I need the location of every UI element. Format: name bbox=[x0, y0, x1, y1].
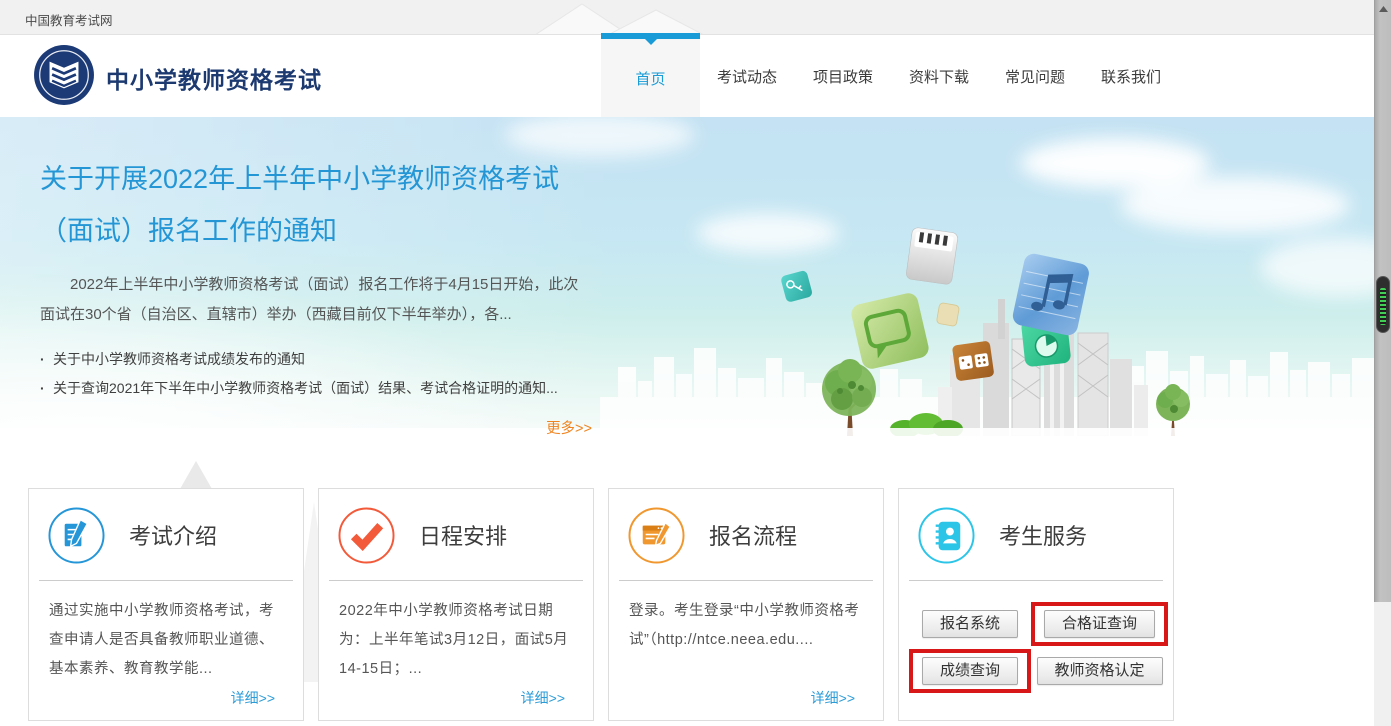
services-grid: 报名系统 合格证查询 成绩查询 教师资格认定 bbox=[899, 581, 1173, 693]
vertical-scrollbar[interactable] bbox=[1374, 0, 1391, 602]
site-title: 中小学教师资格考试 bbox=[106, 61, 322, 95]
card-title: 日程安排 bbox=[419, 519, 507, 551]
highlight-box-certificate-query: 合格证查询 bbox=[1031, 602, 1168, 646]
highlight-box-score-query: 成绩查询 bbox=[909, 649, 1031, 693]
announcement-excerpt: 2022年上半年中小学教师资格考试（面试）报名工作将于4月15日开始，此次面试在… bbox=[40, 270, 592, 330]
news-item[interactable]: 关于查询2021年下半年中小学教师资格考试（面试）结果、考试合格证明的通知... bbox=[40, 374, 592, 403]
card-registration-process: 报名流程 登录。考生登录“中小学教师资格考试”（http://ntce.neea… bbox=[608, 488, 884, 721]
announcement-title[interactable]: 关于开展2022年上半年中小学教师资格考试（面试）报名工作的通知 bbox=[40, 153, 592, 257]
hero-banner: 关于开展2022年上半年中小学教师资格考试（面试）报名工作的通知 2022年上半… bbox=[0, 117, 1374, 436]
nav-item-downloads[interactable]: 资料下载 bbox=[908, 66, 970, 87]
news-item[interactable]: 关于中小学教师资格考试成绩发布的通知 bbox=[40, 345, 592, 374]
nav-tab-home[interactable]: 首页 bbox=[601, 35, 700, 117]
card-title: 报名流程 bbox=[709, 519, 797, 551]
cube-dice-icon bbox=[952, 341, 995, 382]
page: 中国教育考试网 中小学教师资格考试 首页 考试动态 项目政策 资料下载 常见问题… bbox=[0, 0, 1374, 726]
cube-piano-icon bbox=[906, 227, 959, 285]
nav-home-label: 首页 bbox=[601, 68, 700, 89]
nav-item-exam-news[interactable]: 考试动态 bbox=[716, 66, 778, 87]
cube-beige-icon bbox=[936, 302, 959, 326]
cube-speech-icon bbox=[849, 291, 930, 371]
scrollbar-thumb[interactable] bbox=[1376, 276, 1390, 333]
banner-content: 关于开展2022年上半年中小学教师资格考试（面试）报名工作的通知 2022年上半… bbox=[40, 153, 592, 436]
contact-book-icon bbox=[918, 507, 975, 564]
cube-key-icon bbox=[780, 270, 813, 303]
cube-music-icon bbox=[1011, 252, 1091, 337]
mountain-watermark-icon bbox=[180, 461, 212, 489]
card-title: 考试介绍 bbox=[129, 519, 217, 551]
scrollbar-up-icon[interactable] bbox=[1377, 2, 1390, 15]
cards-row: 考试介绍 通过实施中小学教师资格考试，考查申请人是否具备教师职业道德、基本素养、… bbox=[28, 488, 1174, 721]
scrollbar-thumb-stripes bbox=[1380, 288, 1386, 325]
detail-link[interactable]: 详细>> bbox=[811, 688, 855, 708]
scrollbar-lower-track bbox=[1374, 602, 1391, 726]
topbar: 中国教育考试网 bbox=[0, 0, 1374, 35]
detail-link[interactable]: 详细>> bbox=[231, 688, 275, 708]
header: 中小学教师资格考试 首页 考试动态 项目政策 资料下载 常见问题 联系我们 bbox=[0, 35, 1374, 117]
card-candidate-services: 考生服务 报名系统 合格证查询 成绩查询 bbox=[898, 488, 1174, 721]
more-link[interactable]: 更多>> bbox=[40, 417, 592, 436]
detail-link[interactable]: 详细>> bbox=[521, 688, 565, 708]
nav-links: 考试动态 项目政策 资料下载 常见问题 联系我们 bbox=[716, 35, 1196, 117]
card-body-text: 登录。考生登录“中小学教师资格考试”（http://ntce.neea.edu.… bbox=[609, 581, 883, 655]
ntce-logo bbox=[33, 44, 95, 106]
card-schedule: 日程安排 2022年中小学教师资格考试日期为：上半年笔试3月12日，面试5月14… bbox=[318, 488, 594, 721]
card-body-text: 通过实施中小学教师资格考试，考查申请人是否具备教师职业道德、基本素养、教育教学能… bbox=[29, 581, 303, 684]
topbar-site-name[interactable]: 中国教育考试网 bbox=[25, 10, 113, 29]
form-pencil-icon bbox=[628, 507, 685, 564]
card-body-text: 2022年中小学教师资格考试日期为：上半年笔试3月12日，面试5月14-15日；… bbox=[319, 581, 593, 684]
score-query-button[interactable]: 成绩查询 bbox=[922, 657, 1018, 685]
nav-item-contact[interactable]: 联系我们 bbox=[1100, 66, 1162, 87]
certificate-query-button[interactable]: 合格证查询 bbox=[1044, 610, 1155, 638]
nav-item-faq[interactable]: 常见问题 bbox=[1004, 66, 1066, 87]
active-tab-caret-icon bbox=[645, 39, 657, 45]
card-title: 考生服务 bbox=[999, 519, 1087, 551]
document-pencil-icon bbox=[48, 507, 105, 564]
registration-system-button[interactable]: 报名系统 bbox=[922, 610, 1018, 638]
card-exam-introduction: 考试介绍 通过实施中小学教师资格考试，考查申请人是否具备教师职业道德、基本素养、… bbox=[28, 488, 304, 721]
nav-item-policies[interactable]: 项目政策 bbox=[812, 66, 874, 87]
checkmark-icon bbox=[338, 507, 395, 564]
main-section: 考试介绍 通过实施中小学教师资格考试，考查申请人是否具备教师职业道德、基本素养、… bbox=[0, 436, 1374, 726]
mountain-watermark-icon bbox=[530, 0, 730, 35]
teacher-qualification-button[interactable]: 教师资格认定 bbox=[1037, 657, 1163, 685]
news-list: 关于中小学教师资格考试成绩发布的通知 关于查询2021年下半年中小学教师资格考试… bbox=[40, 345, 592, 403]
